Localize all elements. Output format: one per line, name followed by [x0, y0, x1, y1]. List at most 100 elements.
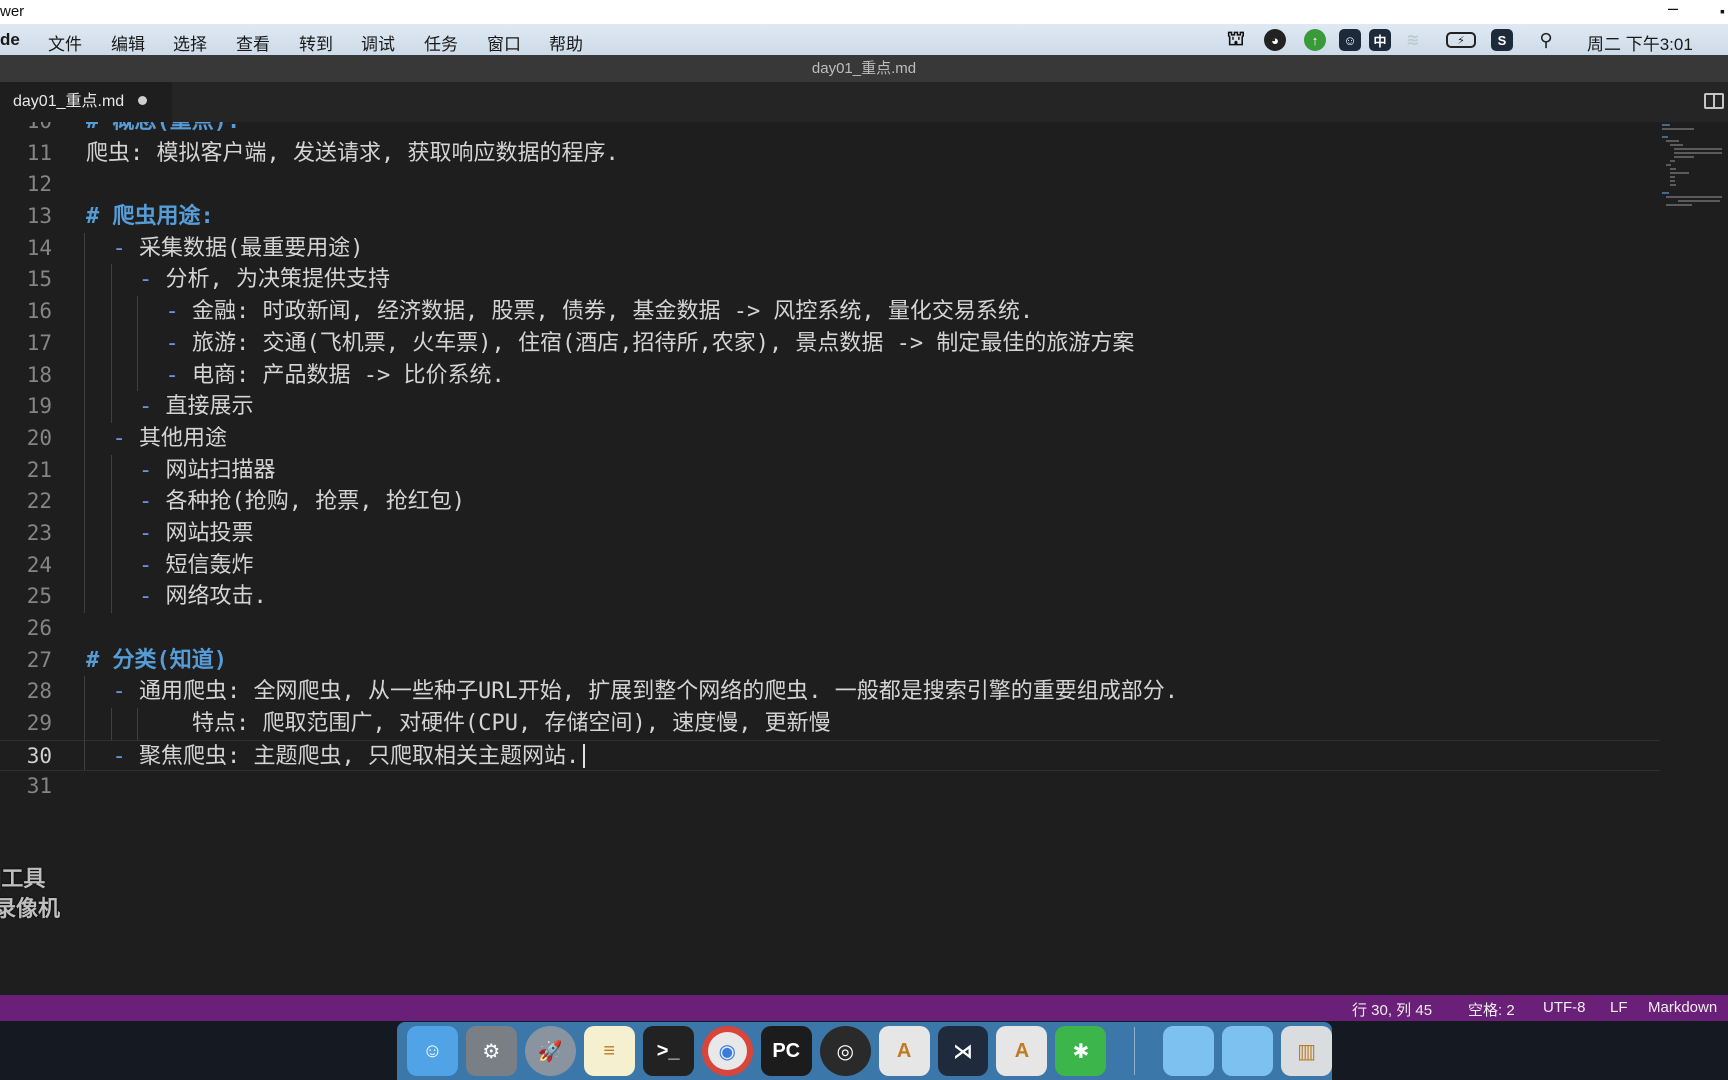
line-number: 11 [26, 140, 52, 165]
line-number: 10 [0, 122, 52, 138]
line-number: 12 [26, 172, 52, 197]
dock-finder-icon[interactable]: ☺ [407, 1026, 458, 1076]
line-text: 网络攻击. [165, 584, 267, 610]
editor-line[interactable]: 16 - 金融: 时政新闻, 经济数据, 股票, 债券, 基金数据 -> 风控系统… [0, 296, 1660, 328]
editor-line[interactable]: 19 - 直接展示 [0, 391, 1660, 423]
editor-line[interactable]: 14 - 采集数据(最重要用途) [0, 232, 1660, 265]
editor-line[interactable]: 29 特点: 爬取范围广, 对硬件(CPU, 存储空间), 速度慢, 更新慢 [0, 708, 1660, 740]
menu-selection[interactable]: 选择 [173, 30, 207, 55]
minimap[interactable] [1662, 124, 1724, 206]
line-text: 采集数据(最重要用途) [139, 235, 364, 261]
dock-launchpad-icon[interactable]: 🚀 [524, 1026, 576, 1076]
menu-tasks[interactable]: 任务 [424, 30, 458, 55]
window-titlebar: wer – ▪ [0, 0, 1728, 24]
line-text: 聚焦爬虫: 主题爬虫, 只爬取相关主题网站. [139, 743, 580, 769]
line-number: 31 [26, 774, 52, 799]
line-content: - 短信轰炸 [139, 550, 254, 582]
editor-line[interactable]: 24 - 短信轰炸 [0, 549, 1660, 582]
dock-trash-icon[interactable]: ▥ [1281, 1026, 1333, 1076]
maximize-button[interactable]: ▪ [1720, 3, 1725, 19]
line-text: 爬虫: 模拟客户端, 发送请求, 获取响应数据的程序. [86, 140, 619, 166]
editor-line[interactable]: 27 # 分类(知道) [0, 645, 1660, 677]
input-method-icon[interactable]: 中 [1369, 29, 1391, 51]
minimap-line [1670, 184, 1676, 186]
dock-chrome-icon[interactable]: ◉ [701, 1026, 753, 1076]
bird-icon[interactable]: ◕ [1264, 29, 1286, 51]
indent-guide [84, 264, 85, 297]
menu-help[interactable]: 帮助 [549, 30, 583, 55]
line-content: - 通用爬虫: 全网爬虫, 从一些种子URL开始, 扩展到整个网络的爬虫. 一般… [113, 676, 1178, 708]
list-marker: - [165, 299, 192, 325]
sogou-icon[interactable]: S [1491, 29, 1513, 51]
indent-guide [84, 391, 85, 423]
editor-line[interactable]: 20 - 其他用途 [0, 422, 1660, 455]
battery-icon[interactable]: ⚡ [1446, 32, 1476, 48]
line-text: 各种抢(抢购, 抢票, 抢红包) [165, 489, 465, 515]
dock-document-icon[interactable]: A [878, 1026, 930, 1076]
menu-app[interactable]: de [0, 30, 20, 50]
dock-xmind-icon[interactable]: ✱ [1055, 1026, 1107, 1076]
line-text: 电商: 产品数据 -> 比价系统. [192, 362, 505, 388]
indent-guide [110, 391, 112, 423]
dock-obs-icon[interactable]: ◎ [819, 1026, 871, 1076]
editor-line[interactable]: 30 - 聚焦爬虫: 主题爬虫, 只爬取相关主题网站. [0, 739, 1660, 772]
menu-debug[interactable]: 调试 [361, 30, 395, 55]
status-indentation[interactable]: 空格: 2 [1468, 999, 1515, 1020]
editor-line[interactable]: 18 - 电商: 产品数据 -> 比价系统. [0, 359, 1660, 392]
editor[interactable]: 10 # 概念(重点): 11 爬虫: 模拟客户端, 发送请求, 获取响应数据的程序.… [0, 122, 1728, 995]
dock-terminal-icon[interactable]: >_ [642, 1026, 694, 1076]
heading-text: 爬虫用途: [112, 204, 214, 230]
editor-line[interactable]: 15 - 分析, 为决策提供支持 [0, 264, 1660, 297]
status-cursor-position[interactable]: 行 30, 列 45 [1352, 999, 1432, 1020]
status-language[interactable]: Markdown [1648, 999, 1717, 1016]
spotlight-search-icon[interactable]: ⚲ [1535, 29, 1557, 51]
editor-line[interactable]: 26 [0, 613, 1660, 645]
editor-line[interactable]: 25 - 网络攻击. [0, 581, 1660, 613]
dock-pycharm-icon[interactable]: PC [760, 1026, 812, 1076]
tab-day01-md[interactable]: day01_重点.md [0, 82, 172, 122]
dock-document-icon[interactable]: A [996, 1026, 1048, 1076]
line-content: - 采集数据(最重要用途) [113, 233, 364, 265]
editor-line[interactable]: 13 # 爬虫用途: [0, 201, 1660, 233]
dock: ☺ ⚙ 🚀 ≡ >_ ◉ PC ◎ A ⋊ A ✱ ▥ [397, 1022, 1333, 1080]
line-number: 20 [26, 425, 52, 450]
dock-downloads-folder-icon[interactable] [1163, 1026, 1215, 1076]
editor-line[interactable]: 21 - 网站扫描器 [0, 454, 1660, 487]
editor-line[interactable]: 11 爬虫: 模拟客户端, 发送请求, 获取响应数据的程序. [0, 138, 1660, 170]
editor-line[interactable]: 28 - 通用爬虫: 全网爬虫, 从一些种子URL开始, 扩展到整个网络的爬虫. … [0, 676, 1660, 709]
editor-line[interactable]: 22 - 各种抢(抢购, 抢票, 抢红包) [0, 486, 1660, 518]
dock-applications-folder-icon[interactable] [1222, 1026, 1274, 1076]
dock-system-preferences-icon[interactable]: ⚙ [465, 1026, 517, 1076]
minimap-line [1670, 176, 1675, 178]
editor-line[interactable]: 10 # 概念(重点): [0, 122, 1660, 138]
menu-window[interactable]: 窗口 [487, 30, 521, 55]
menu-edit[interactable]: 编辑 [111, 30, 145, 55]
dock-vscode-icon[interactable]: ⋊ [937, 1026, 989, 1076]
minimap-line [1670, 160, 1675, 162]
heading-marker: # [86, 647, 113, 673]
status-encoding[interactable]: UTF-8 [1543, 999, 1586, 1016]
emoji-icon[interactable]: ☺ [1339, 29, 1361, 51]
editor-line[interactable]: 17 - 旅游: 交通(飞机票, 火车票), 住宿(酒店,招待所,农家), 景点数… [0, 327, 1660, 360]
wifi-icon[interactable]: ≋ [1402, 29, 1424, 51]
dock-notes-icon[interactable]: ≡ [583, 1026, 635, 1076]
list-marker: - [165, 362, 192, 388]
editor-line[interactable]: 23 - 网站投票 [0, 517, 1660, 550]
minimize-button[interactable]: – [1668, 0, 1678, 19]
menu-clock[interactable]: 周二 下午3:01 [1587, 30, 1693, 55]
status-eol[interactable]: LF [1610, 999, 1628, 1016]
minimap-line [1666, 196, 1722, 198]
unsaved-dot-icon[interactable] [138, 96, 148, 105]
list-marker: - [112, 743, 139, 769]
menu-go[interactable]: 转到 [299, 30, 333, 55]
editor-line[interactable]: 12 [0, 169, 1660, 201]
editor-line[interactable]: 31 [0, 771, 1660, 803]
bookmark-icon[interactable]: ⛫ [1225, 28, 1247, 51]
indent-guide [84, 708, 85, 740]
split-editor-icon[interactable] [1704, 93, 1724, 109]
minimap-line [1666, 164, 1671, 166]
list-marker: - [112, 235, 139, 261]
upload-icon[interactable]: ↑ [1304, 29, 1326, 51]
menu-view[interactable]: 查看 [236, 30, 270, 55]
menu-file[interactable]: 文件 [48, 30, 82, 55]
